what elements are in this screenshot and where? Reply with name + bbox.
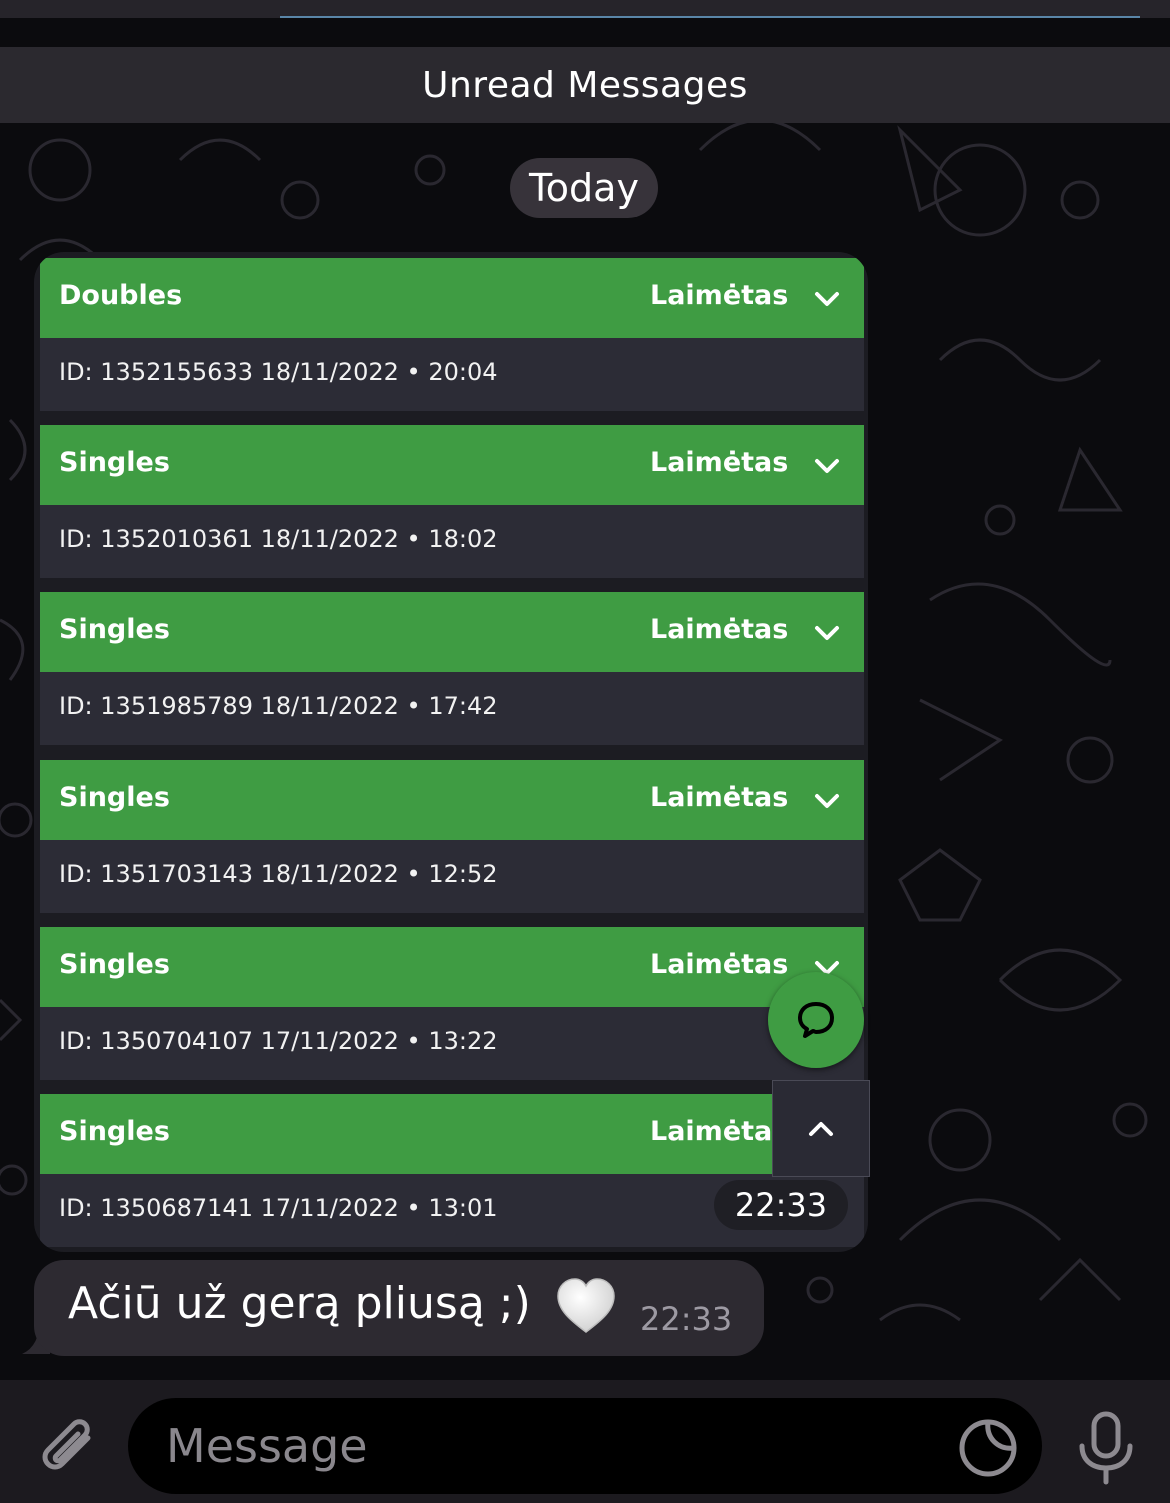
date-separator-label: Today: [529, 166, 639, 210]
bet-status: Laimėtas: [650, 280, 789, 311]
text-message-bubble[interactable]: Ačiū už gerą pliusą ;) 22:33: [34, 1260, 764, 1356]
bet-type: Doubles: [59, 280, 183, 311]
bet-card-header[interactable]: Singles Laimėtas: [40, 760, 864, 840]
bet-type: Singles: [59, 447, 170, 478]
bet-card-header[interactable]: Singles Laimėtas: [40, 927, 864, 1007]
bet-type: Singles: [59, 949, 170, 980]
bet-status: Laimėtas: [650, 782, 789, 813]
date-separator: Today: [510, 158, 658, 218]
progress-line: [280, 16, 1140, 18]
bets-message-time-label: 22:33: [734, 1186, 828, 1224]
chat-fab-button[interactable]: [768, 972, 864, 1068]
bet-id-line: ID: 1352010361 18/11/2022 • 18:02: [59, 525, 498, 553]
bets-message-bubble[interactable]: Doubles Laimėtas ID: 1352155633 18/11/20…: [34, 252, 868, 1252]
bet-card-body: ID: 1352010361 18/11/2022 • 18:02: [40, 505, 864, 578]
bet-card[interactable]: Singles Laimėtas ID: 1352010361 18/11/20…: [40, 425, 864, 578]
chevron-up-icon: [809, 1121, 833, 1136]
sticker-icon[interactable]: [958, 1418, 1018, 1478]
bet-type: Singles: [59, 614, 170, 645]
chevron-down-icon[interactable]: [812, 618, 842, 648]
bet-status: Laimėtas: [650, 1116, 789, 1147]
bet-card[interactable]: Doubles Laimėtas ID: 1352155633 18/11/20…: [40, 258, 864, 411]
bet-card-body: ID: 1351703143 18/11/2022 • 12:52: [40, 840, 864, 913]
bet-id-line: ID: 1350704107 17/11/2022 • 13:22: [59, 1027, 498, 1055]
bet-id-line: ID: 1351703143 18/11/2022 • 12:52: [59, 860, 498, 888]
bet-status: Laimėtas: [650, 447, 789, 478]
bet-card-header[interactable]: Singles Laimėtas: [40, 592, 864, 672]
bet-id-line: ID: 1352155633 18/11/2022 • 20:04: [59, 358, 498, 386]
bet-card-header[interactable]: Singles Laimėtas: [40, 1094, 864, 1174]
bet-card-header[interactable]: Doubles Laimėtas: [40, 258, 864, 338]
bet-id-line: ID: 1350687141 17/11/2022 • 13:01: [59, 1194, 498, 1222]
white-heart-emoji: [557, 1278, 615, 1333]
bet-card-body: ID: 1352155633 18/11/2022 • 20:04: [40, 338, 864, 411]
unread-messages-bar: Unread Messages: [0, 47, 1170, 123]
message-composer: [0, 1380, 1170, 1503]
bet-type: Singles: [59, 782, 170, 813]
message-text: Ačiū už gerą pliusą ;): [68, 1278, 531, 1329]
chevron-down-icon[interactable]: [812, 451, 842, 481]
chevron-down-icon[interactable]: [812, 284, 842, 314]
message-input[interactable]: [128, 1398, 1042, 1494]
paperclip-icon[interactable]: [30, 1406, 102, 1478]
bet-status: Laimėtas: [650, 949, 789, 980]
bets-message-time: 22:33: [714, 1180, 848, 1230]
microphone-icon[interactable]: [1074, 1410, 1138, 1486]
bet-status: Laimėtas: [650, 614, 789, 645]
bet-card[interactable]: Singles Laimėtas ID: 1350704107 17/11/20…: [40, 927, 864, 1080]
chevron-down-icon[interactable]: [812, 786, 842, 816]
bet-card[interactable]: Singles Laimėtas ID: 1351985789 18/11/20…: [40, 592, 864, 745]
bet-card[interactable]: Singles Laimėtas ID: 1351703143 18/11/20…: [40, 760, 864, 913]
scroll-up-button[interactable]: [772, 1080, 870, 1177]
bet-type: Singles: [59, 1116, 170, 1147]
bet-card-body: ID: 1350704107 17/11/2022 • 13:22: [40, 1007, 864, 1080]
bet-id-line: ID: 1351985789 18/11/2022 • 17:42: [59, 692, 498, 720]
bet-card-body: ID: 1351985789 18/11/2022 • 17:42: [40, 672, 864, 745]
message-time: 22:33: [640, 1300, 733, 1338]
bet-card-header[interactable]: Singles Laimėtas: [40, 425, 864, 505]
chat-bubble-icon: [798, 1002, 834, 1038]
unread-label: Unread Messages: [422, 64, 748, 106]
